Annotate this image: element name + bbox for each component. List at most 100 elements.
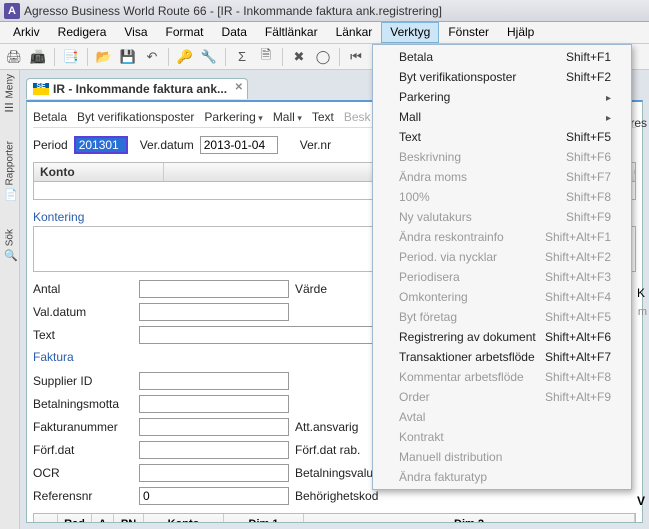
inner-betala[interactable]: Betala xyxy=(33,110,67,124)
vernr-label: Ver.nr xyxy=(300,138,331,152)
fragment-res: res xyxy=(630,116,647,130)
lines-grid: Rad A PN Konto Dim 1 Dim 2 1 xyxy=(33,513,636,523)
circle-icon[interactable]: ◯ xyxy=(313,47,333,67)
inner-parkering[interactable]: Parkering xyxy=(204,110,262,124)
menu-item-transaktioner-arbetsfl-de[interactable]: Transaktioner arbetsflödeShift+Alt+F7 xyxy=(375,347,629,367)
menu-verktyg[interactable]: Verktyg xyxy=(381,22,439,43)
save-icon[interactable]: 💾 xyxy=(118,47,138,67)
close-icon[interactable]: ✕ xyxy=(235,82,243,93)
toolbar-separator xyxy=(225,48,226,66)
open-icon[interactable]: 📂 xyxy=(94,47,114,67)
inner-bytverif[interactable]: Byt verifikationsposter xyxy=(77,110,194,124)
menu-arkiv[interactable]: Arkiv xyxy=(4,22,49,43)
first-icon[interactable]: ⏮ xyxy=(346,47,366,67)
print-icon[interactable]: 🖨 xyxy=(4,47,24,67)
ocr-input[interactable] xyxy=(139,464,289,482)
undo-icon[interactable]: ↶ xyxy=(142,47,162,67)
menu-item-registrering-av-dokument[interactable]: Registrering av dokument Shift+Alt+F6 xyxy=(375,327,629,347)
col-rad[interactable]: Rad xyxy=(58,514,92,523)
menu-item-shortcut: Shift+F8 xyxy=(566,190,611,204)
inner-mall[interactable]: Mall xyxy=(273,110,302,124)
period-input[interactable] xyxy=(74,136,128,154)
menu-fonster[interactable]: Fönster xyxy=(439,22,498,43)
menu-item-parkering[interactable]: Parkering xyxy=(375,87,629,107)
menu-item-beskrivning: Beskrivning Shift+F6 xyxy=(375,147,629,167)
menu-item-kontrakt: Kontrakt xyxy=(375,427,629,447)
referensnr-input[interactable] xyxy=(139,487,289,505)
menu-item-shortcut: Shift+Alt+F5 xyxy=(545,310,611,324)
menu-redigera[interactable]: Redigera xyxy=(49,22,116,43)
menu-item-shortcut: Shift+Alt+F8 xyxy=(545,370,611,384)
key-icon[interactable]: 🔑 xyxy=(175,47,195,67)
printer-icon[interactable]: 📠 xyxy=(28,47,48,67)
col-dim1[interactable]: Dim 1 xyxy=(224,514,304,523)
menu-item-label: Text xyxy=(399,130,421,144)
menu-item-shortcut: Shift+F1 xyxy=(566,50,611,64)
rail-menu[interactable]: ☰ Meny xyxy=(4,74,16,113)
fakturanummer-input[interactable] xyxy=(139,418,289,436)
betalningsmotta-input[interactable] xyxy=(139,395,289,413)
menu-data[interactable]: Data xyxy=(213,22,256,43)
menu-item-shortcut: Shift+Alt+F9 xyxy=(545,390,611,404)
menu-item-shortcut: Shift+F7 xyxy=(566,170,611,184)
menu-item-label: Ändra fakturatyp xyxy=(399,470,487,484)
verdatum-input[interactable] xyxy=(200,136,278,154)
wrench-icon[interactable]: 🔧 xyxy=(199,47,219,67)
menu-item-label: Mall xyxy=(399,110,421,124)
menu-item-label: Ändra moms xyxy=(399,170,467,184)
konto-column[interactable]: Konto xyxy=(34,163,164,181)
toolbar-separator xyxy=(339,48,340,66)
col-pn[interactable]: PN xyxy=(114,514,144,523)
period-label: Period xyxy=(33,138,68,152)
menu-item-mall[interactable]: Mall xyxy=(375,107,629,127)
menu-lankar[interactable]: Länkar xyxy=(327,22,382,43)
forfdat-label: Förf.dat xyxy=(33,443,133,457)
menu-item-shortcut: Shift+Alt+F2 xyxy=(545,250,611,264)
menu-item-shortcut: Shift+Alt+F4 xyxy=(545,290,611,304)
document-tab[interactable]: SE IR - Inkommande faktura ank... ✕ xyxy=(26,78,248,99)
menu-faltlankar[interactable]: Fältlänkar xyxy=(256,22,327,43)
menu-item-shortcut: Shift+F2 xyxy=(566,70,611,84)
col-dim2[interactable]: Dim 2 xyxy=(304,514,635,523)
sigma-icon[interactable]: Σ xyxy=(232,47,252,67)
fragment-m: m xyxy=(638,306,647,318)
menu-item-omkontering: OmkonteringShift+Alt+F4 xyxy=(375,287,629,307)
inner-besk: Besk xyxy=(344,110,371,124)
rail-search[interactable]: 🔍 Sök xyxy=(4,229,16,261)
menu-item-label: Kommentar arbetsflöde xyxy=(399,370,524,384)
doc-icon[interactable]: 🗎 xyxy=(256,47,276,67)
menu-item-shortcut: Shift+Alt+F3 xyxy=(545,270,611,284)
behorighetskod-label: Behörighetskod xyxy=(295,489,395,503)
rail-reports[interactable]: 📄 Rapporter xyxy=(4,141,16,200)
menu-item-label: Registrering av dokument xyxy=(399,330,536,344)
menu-visa[interactable]: Visa xyxy=(115,22,156,43)
menu-item-byt-f-retag: Byt företagShift+Alt+F5 xyxy=(375,307,629,327)
report-icon[interactable]: 📑 xyxy=(61,47,81,67)
menu-item-shortcut: Shift+F6 xyxy=(566,150,611,164)
menu-item-label: Kontrakt xyxy=(399,430,444,444)
toolbar-separator xyxy=(54,48,55,66)
col-selector[interactable] xyxy=(34,514,58,523)
menu-item-label: Beskrivning xyxy=(399,150,461,164)
menu-item-label: Ny valutakurs xyxy=(399,210,472,224)
rail-label: Sök xyxy=(4,229,15,246)
delete-icon[interactable]: ✖ xyxy=(289,47,309,67)
antal-input[interactable] xyxy=(139,280,289,298)
menu-item-ny-valutakurs: Ny valutakursShift+F9 xyxy=(375,207,629,227)
menu-item-label: Manuell distribution xyxy=(399,450,502,464)
lines-grid-header: Rad A PN Konto Dim 1 Dim 2 xyxy=(34,514,635,523)
supplierid-input[interactable] xyxy=(139,372,289,390)
menu-hjalp[interactable]: Hjälp xyxy=(498,22,543,43)
menu-item-betala[interactable]: BetalaShift+F1 xyxy=(375,47,629,67)
submenu-arrow-icon xyxy=(606,110,611,124)
menu-item-byt-verifikationsposter[interactable]: Byt verifikationsposterShift+F2 xyxy=(375,67,629,87)
col-konto[interactable]: Konto xyxy=(144,514,224,523)
valdatum-input[interactable] xyxy=(139,303,289,321)
menu-item-shortcut: Shift+Alt+F6 xyxy=(545,330,611,344)
inner-text[interactable]: Text xyxy=(312,110,334,124)
menu-format[interactable]: Format xyxy=(157,22,213,43)
col-a[interactable]: A xyxy=(92,514,114,523)
menu-item-label: Order xyxy=(399,390,430,404)
menu-item-text[interactable]: TextShift+F5 xyxy=(375,127,629,147)
forfdat-input[interactable] xyxy=(139,441,289,459)
